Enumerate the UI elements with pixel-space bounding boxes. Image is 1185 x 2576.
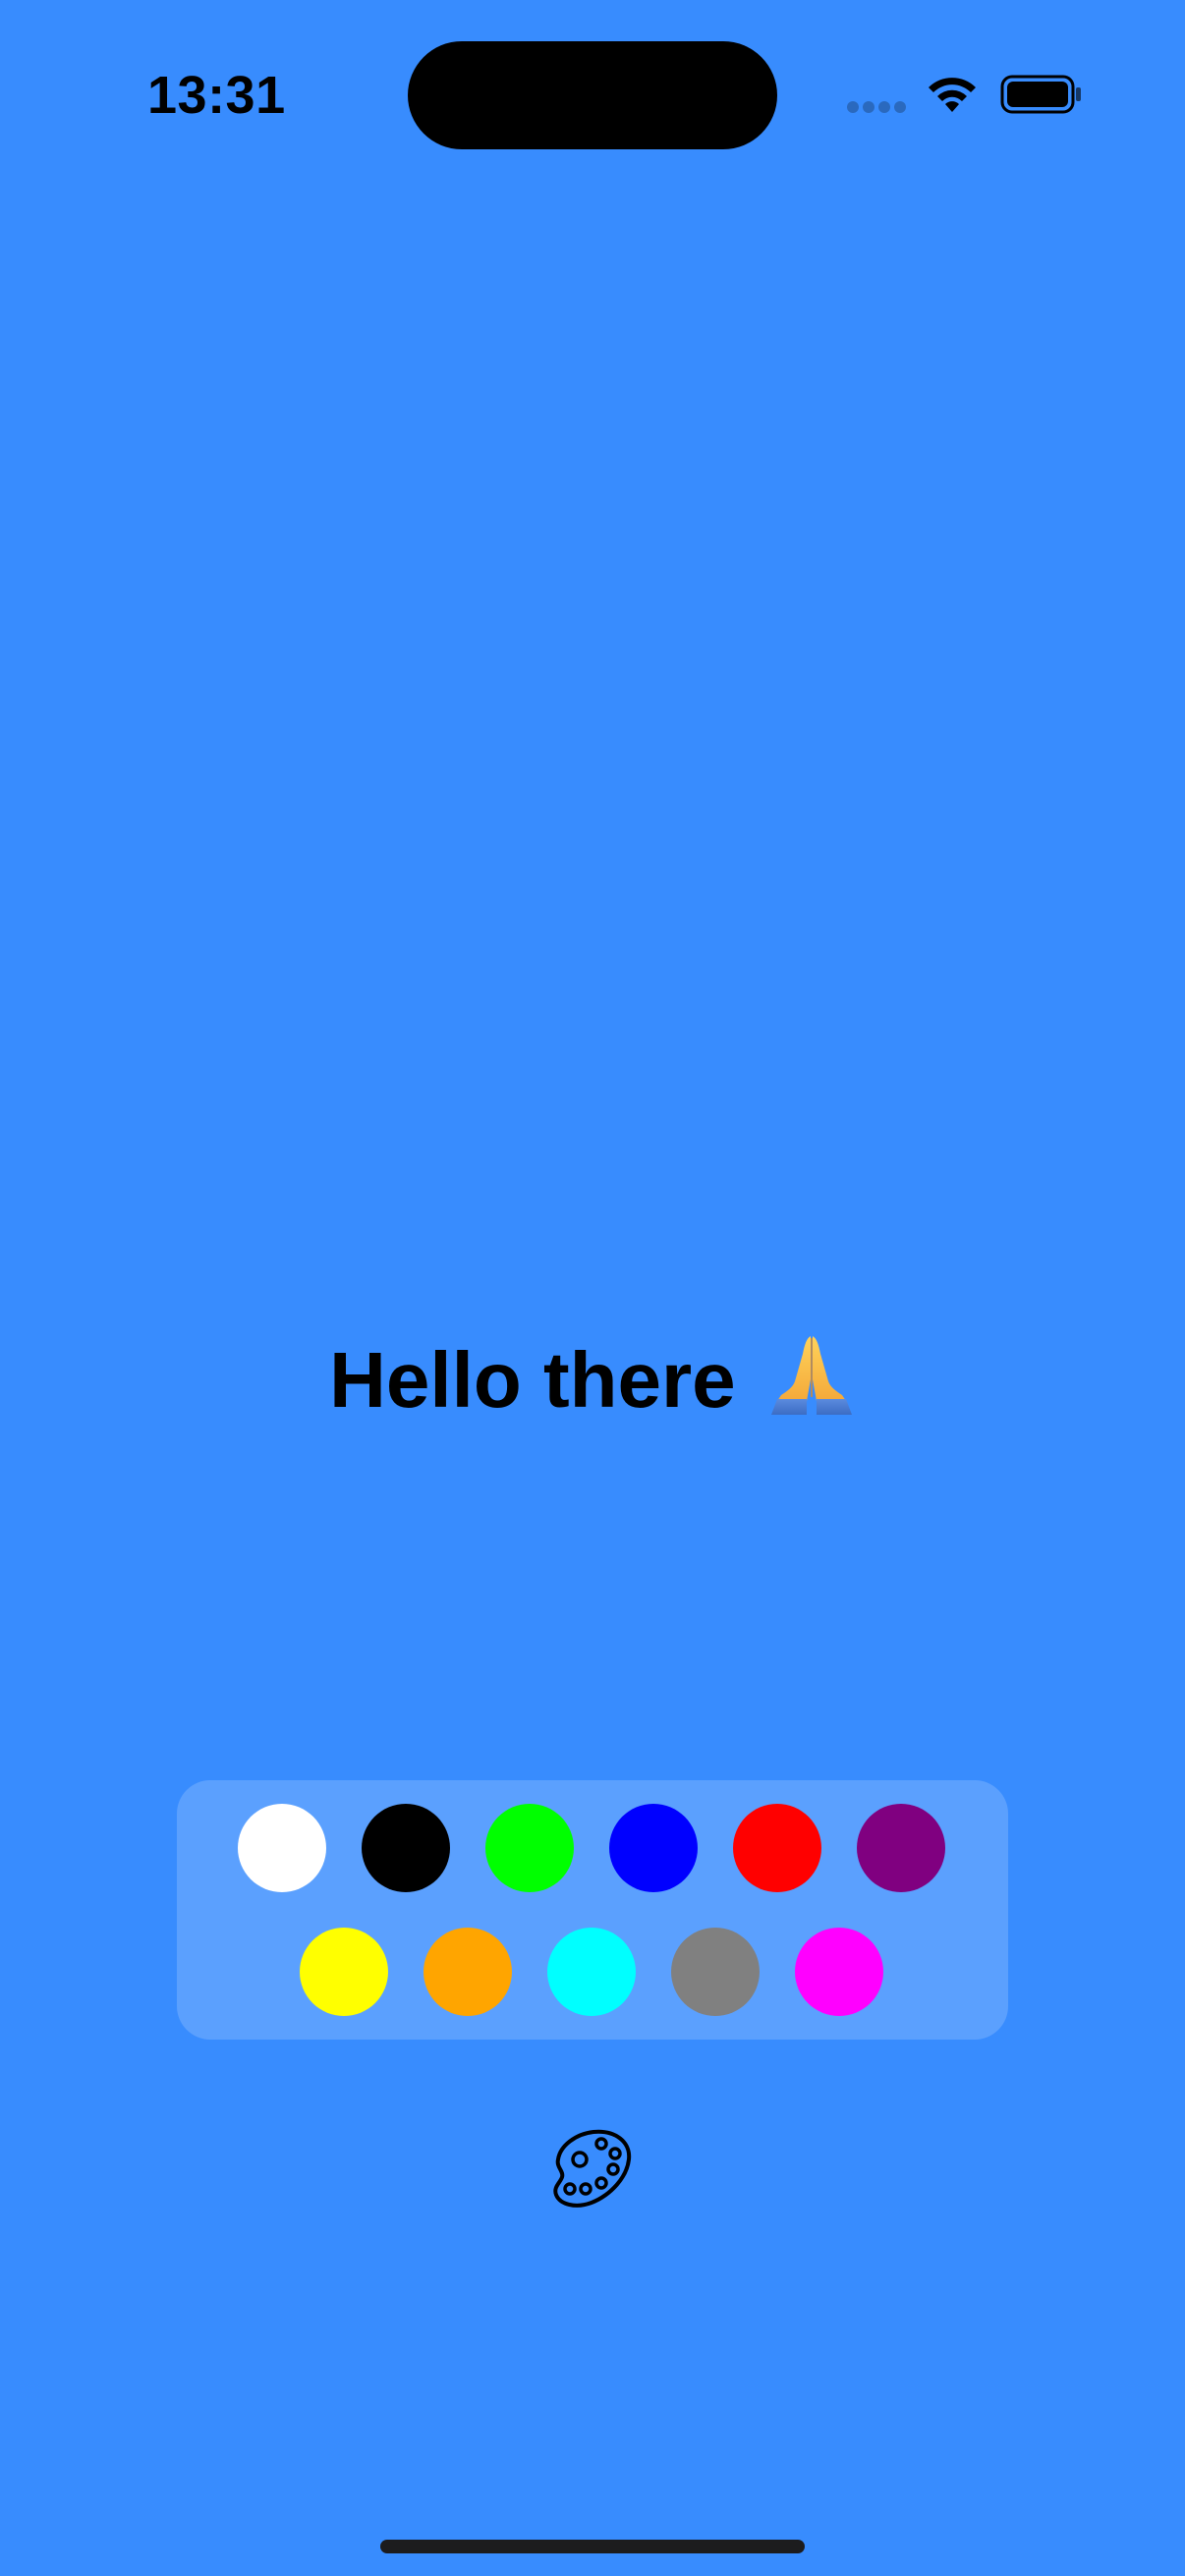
color-swatch-white[interactable] [238, 1804, 326, 1892]
status-time: 13:31 [147, 66, 286, 125]
greeting-text: Hello there [329, 1336, 736, 1424]
color-swatch-red[interactable] [733, 1804, 821, 1892]
dynamic-island [408, 41, 777, 149]
color-palette-panel [177, 1780, 1008, 2040]
cellular-signal-icon [847, 101, 908, 115]
color-swatch-gray[interactable] [671, 1928, 760, 2016]
color-swatch-green[interactable] [485, 1804, 574, 1892]
folded-hands-emoji-icon [770, 1336, 852, 1415]
color-swatch-purple[interactable] [857, 1804, 945, 1892]
battery-icon [1000, 75, 1081, 114]
color-swatch-cyan[interactable] [547, 1928, 636, 2016]
wifi-icon [929, 78, 976, 112]
home-indicator[interactable] [380, 2540, 805, 2553]
paint-palette-icon[interactable] [550, 2126, 635, 2211]
color-swatch-orange[interactable] [423, 1928, 512, 2016]
color-swatch-black[interactable] [362, 1804, 450, 1892]
color-swatch-magenta[interactable] [795, 1928, 883, 2016]
color-swatch-blue[interactable] [609, 1804, 698, 1892]
color-swatch-yellow[interactable] [300, 1928, 388, 2016]
greeting-heading: Hello there [0, 1326, 1185, 1434]
